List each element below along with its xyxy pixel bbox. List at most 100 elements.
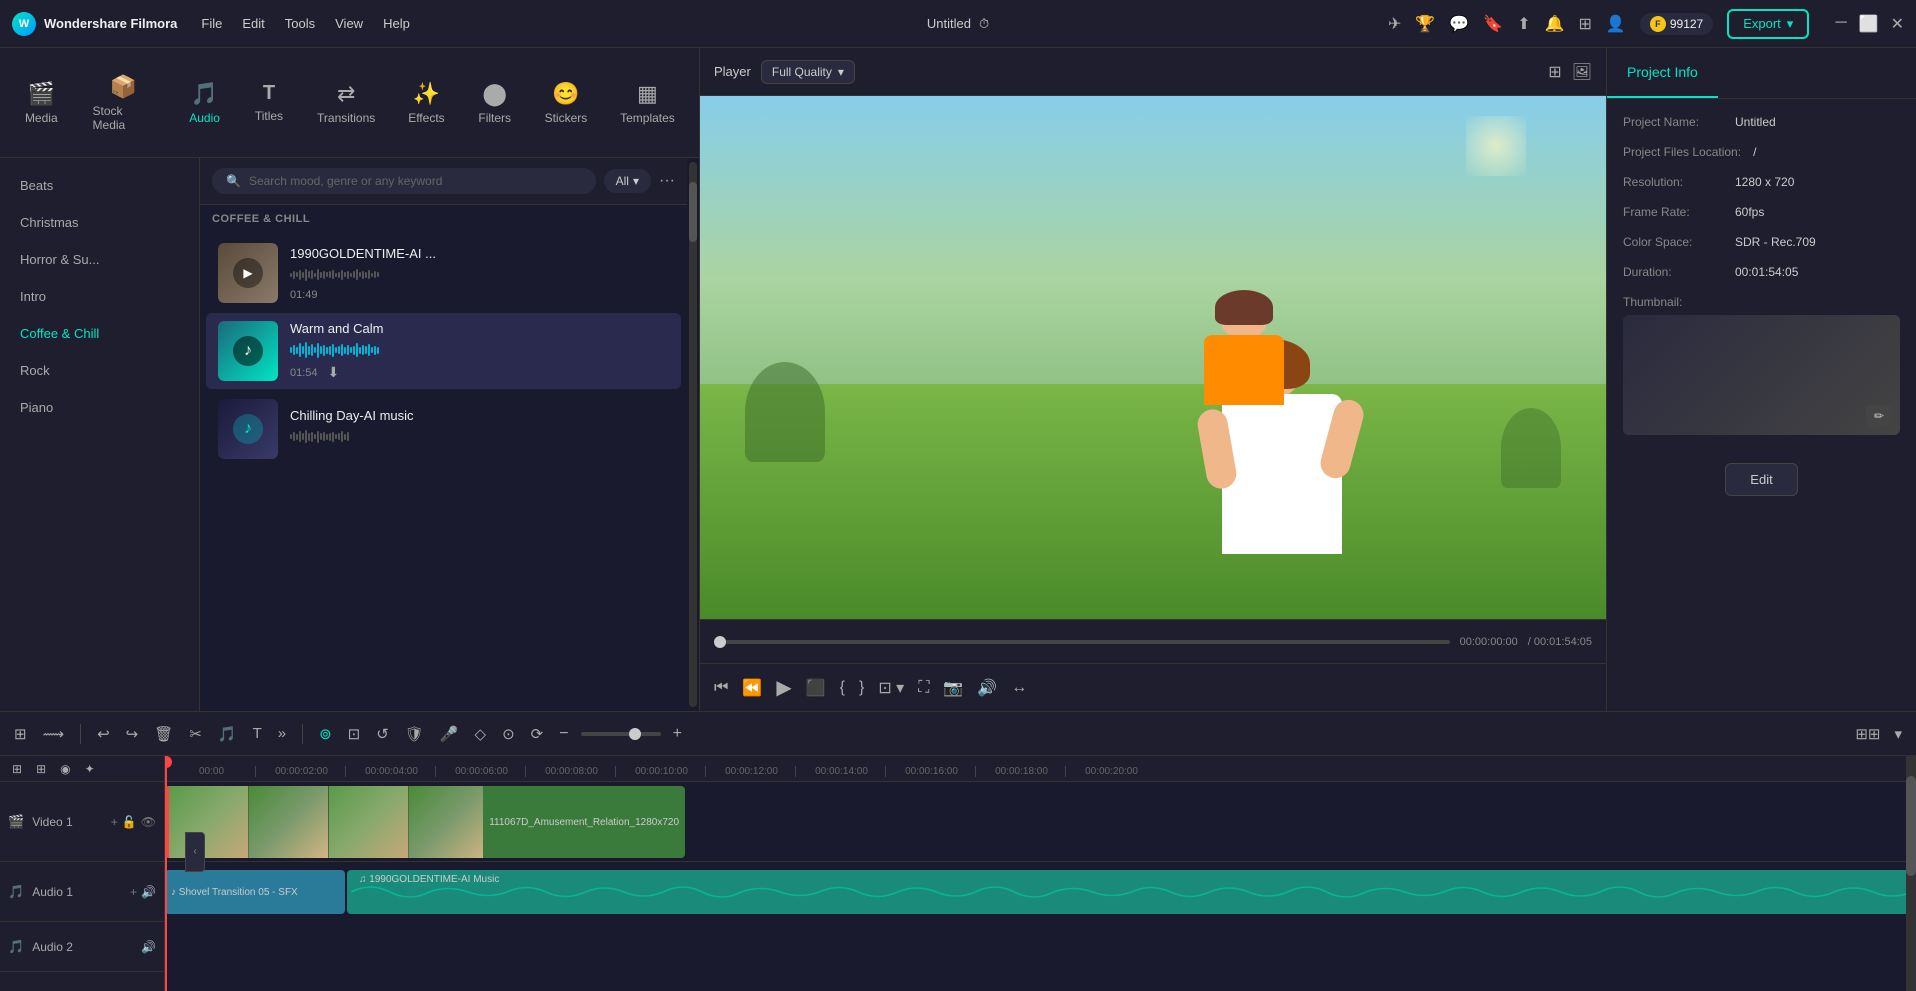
menu-help[interactable]: Help bbox=[383, 16, 410, 31]
snapshot-button[interactable]: 📷 bbox=[943, 678, 963, 698]
more-tools-button[interactable]: » bbox=[274, 721, 290, 746]
delete-button[interactable]: 🗑 bbox=[150, 721, 177, 747]
audio-volume-button[interactable]: 🔊 bbox=[141, 885, 156, 899]
add-audio-track-button[interactable]: ⊞ bbox=[32, 758, 50, 780]
audio2-volume-button[interactable]: 🔊 bbox=[141, 940, 156, 954]
reverse-button[interactable]: ↺ bbox=[372, 721, 393, 747]
category-intro[interactable]: Intro bbox=[0, 279, 199, 314]
clip-options-button[interactable]: ⊡ ▾ bbox=[878, 678, 904, 698]
more-options-icon[interactable]: ··· bbox=[659, 172, 675, 190]
progress-thumb[interactable] bbox=[714, 636, 726, 648]
timeline-view-toggle[interactable]: ⊞ bbox=[10, 721, 31, 747]
redo-button[interactable]: ↪ bbox=[122, 721, 143, 747]
playhead[interactable] bbox=[165, 756, 167, 991]
play-button[interactable]: ▶ bbox=[776, 675, 791, 700]
audio-item-1[interactable]: ▶ 1990GOLDENTIME-AI ... 01:49 bbox=[206, 235, 681, 311]
menu-edit[interactable]: Edit bbox=[242, 16, 264, 31]
audio-add-button[interactable]: + bbox=[130, 885, 137, 899]
volume-button[interactable]: 🔊 bbox=[977, 678, 997, 698]
category-rock[interactable]: Rock bbox=[0, 353, 199, 388]
video-add-button[interactable]: + bbox=[111, 815, 118, 829]
add-pip-track-button[interactable]: ◉ bbox=[56, 758, 74, 780]
tab-audio[interactable]: 🎵 Audio bbox=[174, 73, 235, 133]
add-video-track-button[interactable]: ⊞ bbox=[8, 758, 26, 780]
progress-bar[interactable] bbox=[714, 640, 1450, 644]
tracker-button[interactable]: ⊙ bbox=[498, 721, 519, 747]
stabilize-button[interactable]: ⟳ bbox=[527, 721, 548, 747]
menu-tools[interactable]: Tools bbox=[285, 16, 315, 31]
timeline-layout-button[interactable]: ⊞⊞ bbox=[1851, 721, 1884, 747]
export-button[interactable]: Export ▾ bbox=[1727, 9, 1809, 39]
timeline-options-button[interactable]: ▾ bbox=[1890, 721, 1906, 747]
voice-button[interactable]: 🎤 bbox=[436, 721, 463, 747]
menu-view[interactable]: View bbox=[335, 16, 363, 31]
mark-in-button[interactable]: { bbox=[840, 679, 845, 697]
search-input-wrap[interactable]: 🔍 bbox=[212, 168, 596, 194]
quality-selector[interactable]: Full Quality ▾ bbox=[761, 60, 855, 84]
maximize-button[interactable]: ⬜ bbox=[1859, 14, 1879, 34]
filter-dropdown[interactable]: All ▾ bbox=[604, 169, 651, 193]
video-clip-1[interactable]: 111067D_Amusement_Relation_1280x720 bbox=[165, 786, 685, 858]
speed-button[interactable]: ⊚ bbox=[315, 721, 336, 747]
grid-view-icon[interactable]: ⊞ bbox=[1548, 62, 1561, 82]
audio-detach-button[interactable]: 🎵 bbox=[214, 721, 241, 747]
zoom-in-button[interactable]: + bbox=[669, 721, 686, 747]
tab-templates[interactable]: ▦ Templates bbox=[606, 73, 689, 133]
frame-back-button[interactable]: ⏪ bbox=[742, 678, 762, 698]
award-icon[interactable]: 🏆 bbox=[1415, 14, 1435, 34]
category-beats[interactable]: Beats bbox=[0, 168, 199, 203]
audio-item-3[interactable]: ♪ Chilling Day-AI music bbox=[206, 391, 681, 467]
tab-titles[interactable]: T Titles bbox=[239, 74, 299, 131]
cut-button[interactable]: ✂ bbox=[185, 721, 206, 747]
category-coffee-chill[interactable]: Coffee & Chill bbox=[0, 316, 199, 351]
download-icon[interactable]: ⬇ bbox=[328, 364, 340, 381]
audio-clip-sfx[interactable]: ♪ Shovel Transition 05 - SFX bbox=[165, 870, 345, 914]
fullscreen-button[interactable]: ⛶ bbox=[918, 679, 929, 697]
zoom-out-button[interactable]: − bbox=[555, 721, 572, 747]
bell-icon[interactable]: 🔔 bbox=[1545, 14, 1565, 34]
audio-clip-music[interactable]: ♫ 1990GOLDENTIME-AI Music bbox=[347, 870, 1916, 914]
collapse-panel-button[interactable]: ‹ bbox=[185, 832, 205, 872]
message-icon[interactable]: 💬 bbox=[1449, 14, 1469, 34]
thumbnail-edit-button[interactable]: ✏ bbox=[1866, 405, 1892, 427]
upload-icon[interactable]: ⬆ bbox=[1517, 14, 1530, 34]
audio-item-2[interactable]: ♪ Warm and Calm 01:54 bbox=[206, 313, 681, 389]
video-lock-button[interactable]: 🔓 bbox=[122, 815, 137, 829]
user-avatar[interactable]: 👤 bbox=[1606, 14, 1626, 34]
tab-effects[interactable]: ✨ Effects bbox=[393, 73, 459, 133]
video-mute-button[interactable]: 👁 bbox=[141, 815, 156, 829]
category-piano[interactable]: Piano bbox=[0, 390, 199, 425]
mask-button[interactable]: 🛡 bbox=[401, 721, 428, 747]
tab-filters[interactable]: ⬤ Filters bbox=[463, 73, 526, 133]
crop-button[interactable]: ⊡ bbox=[344, 721, 365, 747]
tab-stickers[interactable]: 😊 Stickers bbox=[530, 73, 602, 133]
search-input[interactable] bbox=[249, 174, 582, 188]
zoom-slider[interactable] bbox=[581, 732, 661, 736]
mark-out-button[interactable]: } bbox=[859, 679, 864, 697]
text-button[interactable]: T bbox=[249, 721, 266, 746]
bookmark-icon[interactable]: 🔖 bbox=[1483, 14, 1503, 34]
project-edit-button[interactable]: Edit bbox=[1725, 463, 1797, 496]
audio-list-scrollbar[interactable] bbox=[689, 162, 697, 707]
snap-toggle[interactable]: ⟿ bbox=[39, 721, 69, 747]
minimize-button[interactable]: ─ bbox=[1835, 14, 1846, 34]
send-icon[interactable]: ✈ bbox=[1388, 14, 1401, 34]
tab-transitions[interactable]: ⇄ Transitions bbox=[303, 73, 389, 133]
fit-button[interactable]: ↔ bbox=[1011, 679, 1027, 697]
stop-button[interactable]: ⬛ bbox=[806, 678, 826, 698]
image-view-icon[interactable]: 🖼 bbox=[1572, 62, 1592, 82]
grid-icon[interactable]: ⊞ bbox=[1579, 14, 1592, 34]
tab-media[interactable]: 🎬 Media bbox=[10, 73, 73, 133]
menu-file[interactable]: File bbox=[201, 16, 222, 31]
tab-stock-media[interactable]: 📦 Stock Media bbox=[77, 66, 171, 140]
category-horror[interactable]: Horror & Su... bbox=[0, 242, 199, 277]
timeline-vertical-scrollbar[interactable] bbox=[1906, 756, 1916, 991]
skip-back-button[interactable]: ⏮ bbox=[714, 679, 728, 697]
category-christmas[interactable]: Christmas bbox=[0, 205, 199, 240]
keyframe-button[interactable]: ◇ bbox=[471, 721, 491, 747]
zoom-thumb[interactable] bbox=[629, 728, 641, 740]
magic-button[interactable]: ✦ bbox=[81, 758, 99, 780]
close-button[interactable]: ✕ bbox=[1891, 14, 1904, 34]
undo-button[interactable]: ↩ bbox=[93, 721, 114, 747]
tab-project-info[interactable]: Project Info bbox=[1607, 48, 1718, 98]
